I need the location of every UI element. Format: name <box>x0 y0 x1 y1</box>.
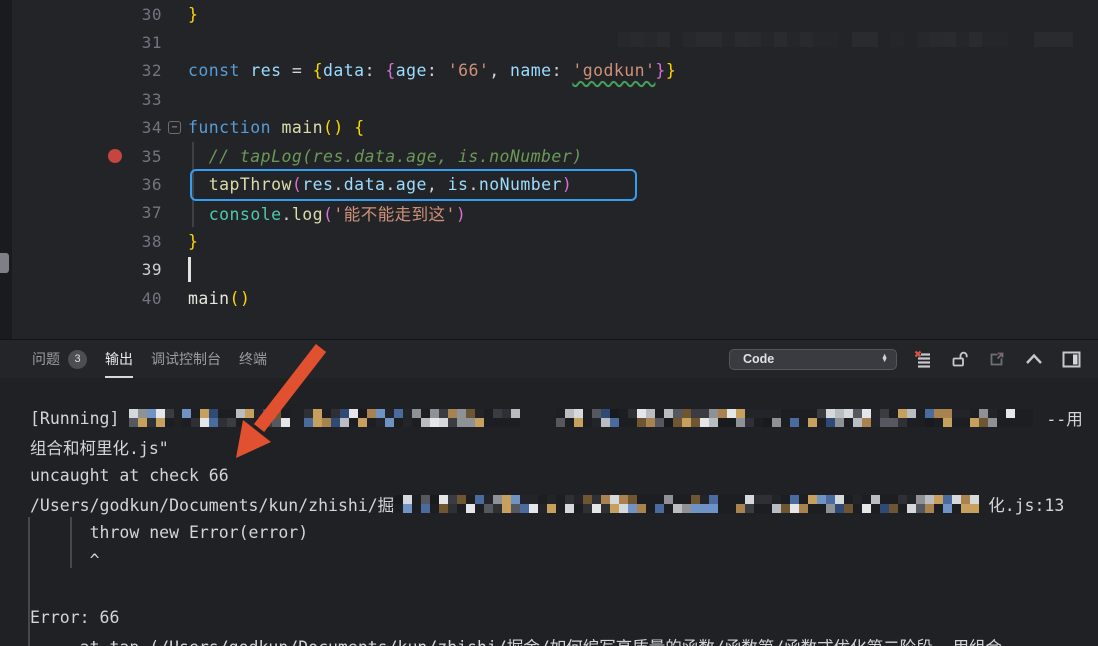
fold-gutter[interactable] <box>162 57 188 85</box>
problems-count-badge: 3 <box>68 349 87 369</box>
chevron-up-icon[interactable] <box>1023 348 1045 370</box>
breakpoint-gutter[interactable] <box>0 227 130 255</box>
panel-tabs: 问题 3 输出 调试控制台 终端 <box>0 349 267 378</box>
code-line-32[interactable]: 32 const res = {data: {age: '66', name: '… <box>0 57 1098 85</box>
breakpoint-gutter[interactable] <box>0 199 130 227</box>
tab-problems[interactable]: 问题 3 <box>32 349 87 369</box>
fold-gutter[interactable] <box>162 85 188 113</box>
fold-gutter[interactable] <box>162 256 188 284</box>
breakpoint-gutter[interactable] <box>0 28 130 56</box>
line-number[interactable]: 31 <box>130 33 162 52</box>
output-line: Error: 66 <box>30 608 120 628</box>
breakpoint-gutter[interactable] <box>0 57 130 85</box>
panel-controls: Code ▲ ▼ <box>729 348 1098 370</box>
code-text[interactable]: console.log('能不能走到这') <box>188 201 466 225</box>
breakpoint-gutter[interactable] <box>0 0 130 28</box>
output-line: /Users/godkun/Documents/kun/zhishi/掘 化.js… <box>30 490 1098 519</box>
code-text[interactable]: } <box>188 232 198 251</box>
code-text[interactable]: function main() { <box>188 118 365 137</box>
output-line: at tap (/Users/godkun/Documents/kun/zhis… <box>30 632 1098 646</box>
tab-debug-console[interactable]: 调试控制台 <box>151 349 221 369</box>
line-number[interactable]: 34 <box>130 118 162 137</box>
breakpoint-gutter[interactable] <box>0 142 130 170</box>
output-channel-value: Code <box>743 352 775 366</box>
line-number[interactable]: 36 <box>130 175 162 194</box>
output-line: ^ <box>30 551 100 571</box>
text-cursor <box>188 257 191 282</box>
select-arrows-icon: ▲ ▼ <box>881 352 888 364</box>
fold-collapse-icon[interactable]: − <box>168 120 181 134</box>
fold-gutter[interactable] <box>162 227 188 255</box>
fold-gutter[interactable] <box>162 170 188 198</box>
tab-problems-label: 问题 <box>32 351 60 367</box>
fold-gutter[interactable] <box>162 28 188 56</box>
code-line-39[interactable]: 39 <box>0 256 1098 284</box>
output-indent-guide <box>28 517 30 646</box>
output-line: [Running] --用 <box>30 404 1098 433</box>
tab-debug-console-label: 调试控制台 <box>151 351 221 367</box>
code-text[interactable]: } <box>188 5 198 24</box>
code-line-35[interactable]: 35 // tapLog(res.data.age, is.noNumber) <box>0 142 1098 170</box>
tab-output-label: 输出 <box>105 351 133 367</box>
line-number[interactable]: 39 <box>130 260 162 279</box>
panel-header: 问题 3 输出 调试控制台 终端 Code ▲ ▼ <box>0 340 1098 378</box>
tab-terminal[interactable]: 终端 <box>239 349 267 369</box>
line-number[interactable]: 40 <box>130 289 162 308</box>
code-line-36[interactable]: 36 tapThrow(res.data.age, is.noNumber) <box>0 169 1098 202</box>
clear-output-icon[interactable] <box>912 348 934 370</box>
breakpoint-gutter[interactable] <box>0 284 130 312</box>
breakpoint-gutter[interactable] <box>0 170 130 198</box>
output-log: [Running] --用组合和柯里化.js" uncaught at check… <box>0 378 1098 646</box>
open-in-editor-icon[interactable] <box>986 348 1008 370</box>
code-text[interactable]: // tapLog(res.data.age, is.noNumber) <box>188 147 583 166</box>
code-text[interactable]: const res = {data: {age: '66', name: 'go… <box>188 61 676 80</box>
breakpoint-gutter[interactable] <box>0 256 130 284</box>
line-number[interactable]: 32 <box>130 61 162 80</box>
fold-gutter[interactable] <box>162 199 188 227</box>
line-number[interactable]: 38 <box>130 232 162 251</box>
code-editor[interactable]: 30} 31 32 const res = {data: {age: '66', na… <box>0 0 1098 339</box>
bottom-panel: 问题 3 输出 调试控制台 终端 Code ▲ ▼ [Running] --用 … <box>0 339 1098 646</box>
censored-text-block <box>394 494 982 513</box>
debug-highlight-box <box>190 169 637 202</box>
output-line: throw new Error(error) <box>30 522 309 542</box>
code-lines-container: 30} 31 32 const res = {data: {age: '66', na… <box>0 0 1098 312</box>
output-channel-select[interactable]: Code ▲ ▼ <box>729 348 897 370</box>
breakpoint-gutter[interactable] <box>0 85 130 113</box>
code-line-33[interactable]: 33 <box>0 85 1098 113</box>
censored-text-block <box>182 409 294 428</box>
code-text[interactable]: main() <box>188 289 250 308</box>
fold-gutter[interactable] <box>162 142 188 170</box>
fold-gutter[interactable] <box>162 0 188 28</box>
panel-layout-icon[interactable] <box>1060 348 1082 370</box>
output-line: uncaught at check 66 <box>30 465 229 485</box>
unlock-icon[interactable] <box>949 348 971 370</box>
code-line-38[interactable]: 38} <box>0 227 1098 255</box>
censored-text-block <box>556 409 1036 428</box>
censored-text-block <box>304 409 522 428</box>
fold-gutter[interactable]: − <box>162 114 188 142</box>
code-line-31[interactable]: 31 <box>0 28 1098 56</box>
line-number[interactable]: 33 <box>130 90 162 109</box>
code-line-40[interactable]: 40 main() <box>0 284 1098 312</box>
line-number[interactable]: 30 <box>130 5 162 24</box>
tab-output[interactable]: 输出 <box>105 349 133 378</box>
breakpoint-gutter[interactable] <box>0 114 130 142</box>
tab-terminal-label: 终端 <box>239 351 267 367</box>
breakpoint-icon[interactable] <box>108 149 122 164</box>
censored-text-block <box>129 409 175 428</box>
fold-gutter[interactable] <box>162 284 188 312</box>
vscode-window: 30} 31 32 const res = {data: {age: '66', na… <box>0 0 1098 646</box>
code-line-34[interactable]: 34− function main() { <box>0 114 1098 142</box>
code-line-37[interactable]: 37 console.log('能不能走到这') <box>0 199 1098 227</box>
output-line: 组合和柯里化.js" <box>30 438 169 458</box>
output-indent-guide <box>70 517 72 568</box>
code-line-30[interactable]: 30} <box>0 0 1098 28</box>
line-number[interactable]: 37 <box>130 203 162 222</box>
line-number[interactable]: 35 <box>130 147 162 166</box>
